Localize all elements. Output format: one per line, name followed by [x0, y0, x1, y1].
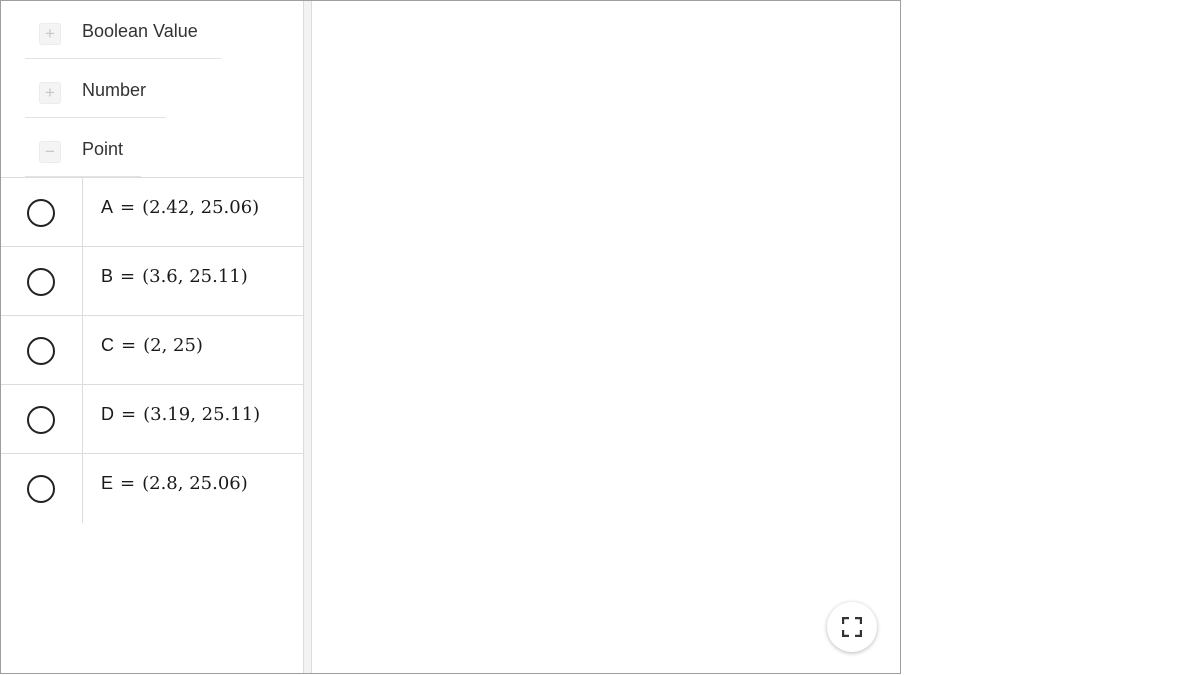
point-name: D [101, 404, 114, 424]
panel-splitter[interactable] [303, 1, 312, 673]
list-item[interactable]: D = (3.19, 25.11) [1, 385, 303, 454]
equals-sign: = [120, 197, 136, 218]
algebra-view: + Boolean Value + Number − Point A = (2.42… [1, 1, 303, 673]
visibility-toggle-icon[interactable] [27, 406, 55, 434]
visibility-cell [1, 385, 83, 453]
graphics-view[interactable] [312, 1, 900, 673]
point-name: C [101, 335, 114, 355]
list-item[interactable]: E = (2.8, 25.06) [1, 454, 303, 523]
geogebra-applet: + Boolean Value + Number − Point A = (2.42… [0, 0, 901, 674]
point-value: (2.42, 25.06) [142, 197, 260, 218]
equals-sign: = [121, 335, 137, 356]
fullscreen-icon [842, 617, 862, 637]
list-item[interactable]: B = (3.6, 25.11) [1, 247, 303, 316]
visibility-cell [1, 316, 83, 384]
visibility-toggle-icon[interactable] [27, 268, 55, 296]
point-definition[interactable]: C = (2, 25) [101, 335, 203, 356]
point-list: A = (2.42, 25.06) B = (3.6, 25.11) C = (2, 25) [1, 177, 303, 523]
point-value: (3.19, 25.11) [143, 404, 261, 425]
fullscreen-button[interactable] [827, 602, 877, 652]
point-definition[interactable]: A = (2.42, 25.06) [101, 197, 259, 218]
visibility-cell [1, 454, 83, 523]
equals-sign: = [120, 473, 136, 494]
visibility-toggle-icon[interactable] [27, 475, 55, 503]
point-name: E [101, 473, 114, 493]
list-item[interactable]: A = (2.42, 25.06) [1, 178, 303, 247]
point-definition[interactable]: E = (2.8, 25.06) [101, 473, 248, 494]
list-item[interactable]: C = (2, 25) [1, 316, 303, 385]
point-value: (2.8, 25.06) [142, 473, 248, 494]
minus-icon[interactable]: − [39, 141, 61, 163]
group-header-boolean-value[interactable]: + Boolean Value [25, 1, 221, 59]
plus-icon[interactable]: + [39, 82, 61, 104]
point-name: B [101, 266, 114, 286]
plus-icon[interactable]: + [39, 23, 61, 45]
visibility-toggle-icon[interactable] [27, 199, 55, 227]
visibility-toggle-icon[interactable] [27, 337, 55, 365]
point-definition[interactable]: D = (3.19, 25.11) [101, 404, 260, 425]
visibility-cell [1, 247, 83, 315]
group-label: Point [82, 139, 124, 159]
point-name: A [101, 197, 114, 217]
point-definition[interactable]: B = (3.6, 25.11) [101, 266, 248, 287]
group-header-point[interactable]: − Point [25, 119, 141, 177]
visibility-cell [1, 178, 83, 246]
group-header-number[interactable]: + Number [25, 60, 166, 118]
group-label: Number [82, 80, 147, 100]
group-label: Boolean Value [82, 21, 198, 41]
equals-sign: = [120, 266, 136, 287]
equals-sign: = [121, 404, 137, 425]
point-value: (2, 25) [143, 335, 203, 356]
point-value: (3.6, 25.11) [142, 266, 248, 287]
